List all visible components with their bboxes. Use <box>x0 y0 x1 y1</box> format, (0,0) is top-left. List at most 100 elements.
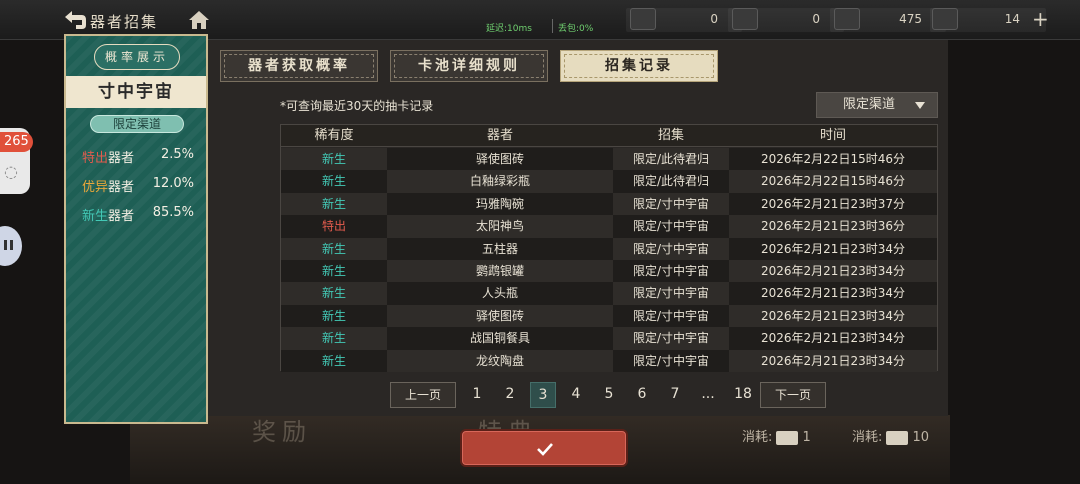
home-icon[interactable] <box>188 9 210 31</box>
cell-rarity: 新生 <box>321 152 346 166</box>
cell-item: 白釉绿彩瓶 <box>469 174 530 189</box>
cell-recruit: 限定/寸中宇宙 <box>632 331 710 346</box>
latency-status: 延迟:10ms <box>486 24 532 34</box>
consume-value: 1 <box>802 430 811 445</box>
rarity-label: 特出 <box>82 151 109 166</box>
cell-rarity: 新生 <box>321 241 346 256</box>
cell-recruit: 限定/寸中宇宙 <box>632 264 710 278</box>
consume-label: 消耗: <box>742 430 773 445</box>
notification-count: 265 <box>0 132 33 152</box>
pool-name: 寸中宇宙 <box>66 76 206 108</box>
cell-recruit: 限定/寸中宇宙 <box>632 308 710 323</box>
fan-ticket-icon <box>932 8 958 30</box>
resource-value: 14 <box>1004 12 1020 26</box>
header-rarity: 稀有度 <box>314 128 354 143</box>
table-row: 新生 驿使图砖 限定/寸中宇宙 2026年2月21日23时34分 <box>281 304 937 328</box>
back-arrow-icon[interactable] <box>62 9 88 31</box>
rate-percent: 85.5% <box>152 205 194 220</box>
packet-loss-status: 丢包:0% <box>558 24 594 34</box>
page-number-2[interactable]: 2 <box>497 382 523 408</box>
table-row: 新生 驿使图砖 限定/此待君归 2026年2月22日15时46分 <box>281 148 937 171</box>
page-number-4[interactable]: 4 <box>563 382 589 408</box>
table-row: 新生 战国铜餐具 限定/寸中宇宙 2026年2月21日23时34分 <box>281 327 937 350</box>
consume-ten: 消耗: 10 <box>852 426 929 445</box>
resource-value: 0 <box>710 12 718 26</box>
table-row: 新生 人头瓶 限定/寸中宇宙 2026年2月21日23时34分 <box>281 282 937 305</box>
records-dialog: 器者获取概率 卡池详细规则 招集记录 *可查询最近30天的抽卡记录 限定渠道 稀… <box>208 40 948 416</box>
tab-recruit-records[interactable]: 招集记录 <box>560 50 718 82</box>
cell-recruit: 限定/此待君归 <box>632 174 710 189</box>
cell-time: 2026年2月21日23时34分 <box>761 241 905 256</box>
cell-item: 战国铜餐具 <box>469 331 530 346</box>
chat-bubble-icon: ◌ <box>4 162 18 181</box>
floating-chat-widget[interactable]: 265 ◌ <box>0 128 33 194</box>
channel-tag: 限定渠道 <box>90 115 184 133</box>
rarity-label: 新生 <box>82 209 109 224</box>
page-ellipsis: ... <box>701 386 715 402</box>
add-resource-button[interactable]: + <box>1032 7 1049 31</box>
table-row: 新生 龙纹陶盘 限定/寸中宇宙 2026年2月21日23时34分 <box>281 349 937 372</box>
consume-single: 消耗: 1 <box>742 426 811 445</box>
header-recruit: 招集 <box>657 128 684 143</box>
prev-page-button[interactable]: 上一页 <box>390 382 456 408</box>
cell-rarity: 新生 <box>321 174 346 189</box>
header-item: 器者 <box>486 128 513 143</box>
page-number-5[interactable]: 5 <box>596 382 622 408</box>
probability-display-button[interactable]: 概率展示 <box>94 44 180 70</box>
tab-pool-rules[interactable]: 卡池详细规则 <box>390 50 548 82</box>
rarity-suffix: 器者 <box>108 180 135 195</box>
cell-item: 五柱器 <box>481 241 518 256</box>
gear-ticket-icon <box>834 8 860 30</box>
tab-acquire-probability[interactable]: 器者获取概率 <box>220 50 378 82</box>
records-table: 稀有度 器者 招集 时间 新生 驿使图砖 限定/此待君归 2026年2月22日15时4… <box>280 124 938 372</box>
cell-time: 2026年2月21日23时34分 <box>761 331 905 346</box>
page-number-3[interactable]: 3 <box>530 382 556 408</box>
page-number-18[interactable]: 18 <box>728 382 758 408</box>
cell-item: 人头瓶 <box>481 286 518 301</box>
resource-letter: 0 + <box>630 6 747 34</box>
cell-rarity: 新生 <box>321 308 346 323</box>
rate-percent: 2.5% <box>160 147 194 162</box>
consume-label: 消耗: <box>852 430 883 445</box>
background-text-reward: 奖励 <box>252 418 312 446</box>
table-header: 稀有度 器者 招集 时间 <box>281 125 937 147</box>
cell-item: 鹦鹉银罐 <box>475 264 524 278</box>
letter-ticket-icon <box>630 8 656 30</box>
cell-time: 2026年2月21日23时37分 <box>761 196 905 211</box>
cell-time: 2026年2月21日23时34分 <box>761 353 905 368</box>
cell-rarity: 新生 <box>321 286 346 301</box>
divider <box>552 19 553 33</box>
checkmark-icon <box>537 443 553 456</box>
cell-recruit: 限定/寸中宇宙 <box>632 353 710 368</box>
query-note: *可查询最近30天的抽卡记录 <box>280 99 434 113</box>
channel-dropdown[interactable]: 限定渠道 <box>816 92 938 118</box>
next-page-button[interactable]: 下一页 <box>760 382 826 408</box>
page-number-6[interactable]: 6 <box>629 382 655 408</box>
table-row: 新生 五柱器 限定/寸中宇宙 2026年2月21日23时34分 <box>281 237 937 260</box>
cell-recruit: 限定/寸中宇宙 <box>632 241 710 256</box>
page-number-7[interactable]: 7 <box>662 382 688 408</box>
page-number-1[interactable]: 1 <box>464 382 490 408</box>
table-row: 特出 太阳神鸟 限定/寸中宇宙 2026年2月21日23时36分 <box>281 215 937 238</box>
consume-value: 10 <box>912 430 930 445</box>
resource-value: 475 <box>899 12 922 26</box>
cell-time: 2026年2月21日23时34分 <box>761 264 905 278</box>
seal-ticket-icon <box>732 8 758 30</box>
cell-time: 2026年2月21日23时34分 <box>761 308 905 323</box>
resource-seal: 0 + <box>732 6 849 34</box>
cell-recruit: 限定/寸中宇宙 <box>632 219 710 234</box>
caret-down-icon <box>915 102 925 109</box>
cell-recruit: 限定/寸中宇宙 <box>632 286 710 301</box>
letter-ticket-icon <box>776 430 799 445</box>
rarity-label: 优异 <box>82 180 109 195</box>
resource-value: 0 <box>812 12 820 26</box>
cell-time: 2026年2月21日23时34分 <box>761 286 905 301</box>
cell-rarity: 新生 <box>321 196 346 211</box>
cell-rarity: 特出 <box>321 219 346 234</box>
confirm-button[interactable] <box>462 431 626 465</box>
resource-fan: 14 + <box>932 6 1049 34</box>
cell-item: 驿使图砖 <box>475 152 524 166</box>
channel-dropdown-value: 限定渠道 <box>843 97 896 112</box>
cell-item: 太阳神鸟 <box>475 219 524 234</box>
cell-item: 龙纹陶盘 <box>475 353 524 368</box>
